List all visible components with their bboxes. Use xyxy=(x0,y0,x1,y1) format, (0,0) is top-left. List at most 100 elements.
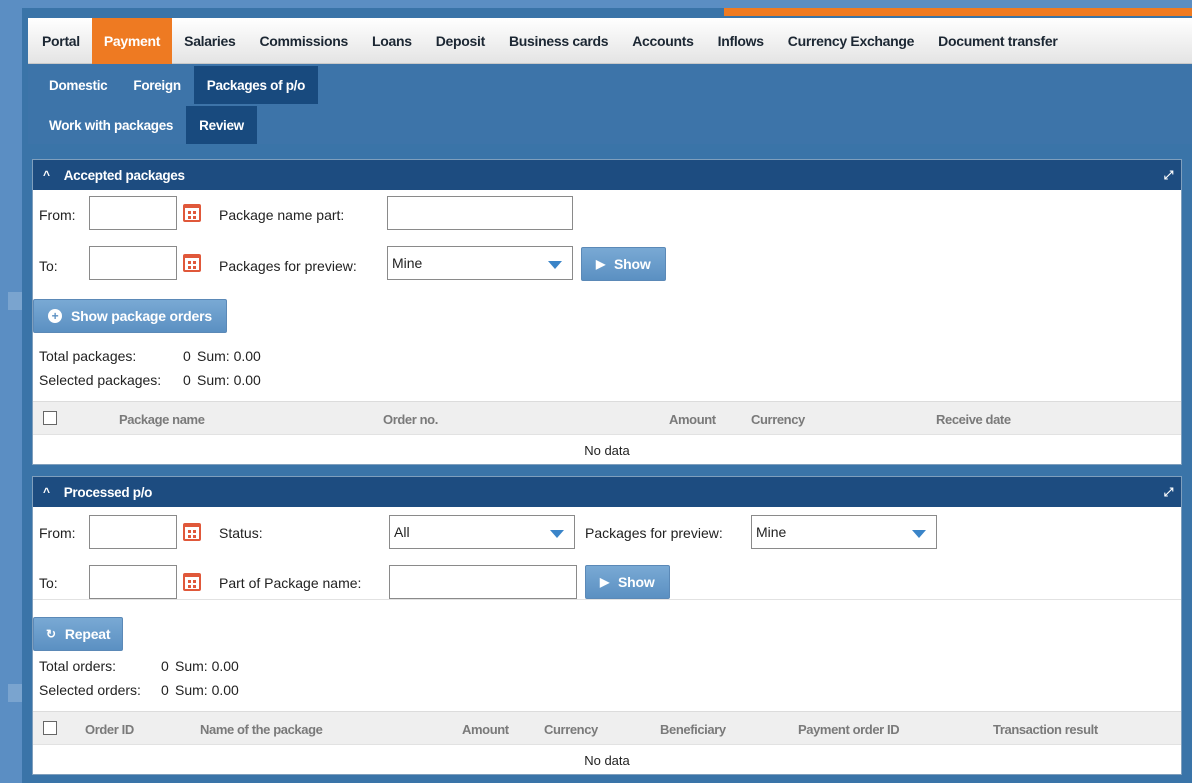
nav-inflows[interactable]: Inflows xyxy=(706,18,776,64)
processed-po-header[interactable]: ^ Processed p/o ⤢ xyxy=(33,477,1181,507)
col-receive-date[interactable]: Receive date xyxy=(936,412,1011,427)
dropdown-arrow-icon xyxy=(912,530,926,538)
selected-packages-label: Selected packages: xyxy=(39,372,162,388)
from-label: From: xyxy=(39,525,76,541)
packages-preview-select[interactable]: Mine xyxy=(387,246,573,280)
calendar-icon[interactable] xyxy=(183,204,201,222)
accepted-packages-panel: ^ Accepted packages ⤢ From: Package name… xyxy=(32,159,1182,465)
package-name-input[interactable] xyxy=(389,565,577,599)
accepted-packages-header[interactable]: ^ Accepted packages ⤢ xyxy=(33,160,1181,190)
sub-nav-row-1: Domestic Foreign Packages of p/o xyxy=(36,66,319,104)
calendar-icon[interactable] xyxy=(183,523,201,541)
col-currency[interactable]: Currency xyxy=(751,412,805,427)
col-order-id[interactable]: Order ID xyxy=(85,722,134,737)
divider xyxy=(33,599,1181,600)
panel-title: Accepted packages xyxy=(63,167,185,183)
package-name-part-label: Part of Package name: xyxy=(219,575,362,591)
no-data-text: No data xyxy=(584,753,630,768)
col-beneficiary[interactable]: Beneficiary xyxy=(660,722,726,737)
play-icon: ▶ xyxy=(596,257,606,271)
select-value: Mine xyxy=(756,524,787,540)
selected-packages-sum: Sum: 0.00 xyxy=(197,372,261,388)
nav-business-cards[interactable]: Business cards xyxy=(497,18,620,64)
tab-review[interactable]: Review xyxy=(186,106,257,144)
tab-packages[interactable]: Packages of p/o xyxy=(193,66,319,104)
total-orders-sum: Sum: 0.00 xyxy=(175,658,239,674)
calendar-icon[interactable] xyxy=(183,573,201,591)
total-packages-sum: Sum: 0.00 xyxy=(197,348,261,364)
nav-currency-exchange[interactable]: Currency Exchange xyxy=(776,18,926,64)
total-packages-value: 0 xyxy=(183,348,191,364)
select-value: Mine xyxy=(392,255,423,271)
processed-po-panel: ^ Processed p/o ⤢ From: Status: All Pack… xyxy=(32,476,1182,775)
nav-payment[interactable]: Payment xyxy=(91,17,173,64)
dropdown-arrow-icon xyxy=(550,530,564,538)
side-marker xyxy=(8,292,22,310)
show-button-label: Show xyxy=(614,256,651,272)
package-name-input[interactable] xyxy=(387,196,573,230)
package-name-part-label: Package name part: xyxy=(219,207,345,223)
tab-foreign[interactable]: Foreign xyxy=(120,66,193,104)
to-date-input[interactable] xyxy=(89,565,177,599)
caret-up-icon[interactable]: ^ xyxy=(43,485,50,499)
status-label: Status: xyxy=(219,525,263,541)
repeat-button[interactable]: ↻ Repeat xyxy=(33,617,124,651)
col-currency[interactable]: Currency xyxy=(544,722,598,737)
from-label: From: xyxy=(39,207,76,223)
status-select[interactable]: All xyxy=(389,515,575,549)
nav-portal[interactable]: Portal xyxy=(30,18,92,64)
packages-preview-select[interactable]: Mine xyxy=(751,515,937,549)
tab-domestic[interactable]: Domestic xyxy=(36,66,120,104)
to-date-input[interactable] xyxy=(89,246,177,280)
packages-preview-label: Packages for preview: xyxy=(219,258,357,274)
select-value: All xyxy=(394,524,410,540)
caret-up-icon[interactable]: ^ xyxy=(43,168,50,182)
selected-orders-value: 0 xyxy=(161,682,169,698)
no-data-text: No data xyxy=(584,443,630,458)
accepted-table-header: Package name Order no. Amount Currency R… xyxy=(33,401,1181,435)
nav-deposit[interactable]: Deposit xyxy=(424,18,497,64)
expand-icon[interactable]: ⤢ xyxy=(1164,168,1174,183)
col-transaction-result[interactable]: Transaction result xyxy=(993,722,1098,737)
sub-nav: Domestic Foreign Packages of p/o Work wi… xyxy=(28,64,1192,144)
show-button[interactable]: ▶ Show xyxy=(581,247,666,281)
col-package-name[interactable]: Package name xyxy=(119,412,205,427)
from-date-input[interactable] xyxy=(89,196,177,230)
show-package-orders-button[interactable]: + Show package orders xyxy=(33,299,227,333)
col-payment-order-id[interactable]: Payment order ID xyxy=(798,722,900,737)
col-package-name[interactable]: Name of the package xyxy=(200,722,323,737)
main-nav: Portal Payment Salaries Commissions Loan… xyxy=(28,17,1192,64)
nav-accounts[interactable]: Accounts xyxy=(620,18,705,64)
select-all-checkbox[interactable] xyxy=(43,721,57,735)
side-marker xyxy=(8,684,22,702)
plus-circle-icon: + xyxy=(48,309,62,323)
nav-loans[interactable]: Loans xyxy=(360,18,424,64)
repeat-button-label: Repeat xyxy=(64,626,111,642)
accent-strip xyxy=(724,8,1192,16)
panel-title: Processed p/o xyxy=(63,484,153,500)
from-date-input[interactable] xyxy=(89,515,177,549)
col-order-no[interactable]: Order no. xyxy=(383,412,438,427)
show-button[interactable]: ▶ Show xyxy=(585,565,670,599)
show-package-orders-label: Show package orders xyxy=(71,308,212,324)
play-icon: ▶ xyxy=(600,575,610,589)
tab-work-with-packages[interactable]: Work with packages xyxy=(36,106,186,144)
selected-packages-value: 0 xyxy=(183,372,191,388)
calendar-icon[interactable] xyxy=(183,254,201,272)
total-packages-label: Total packages: xyxy=(39,348,137,364)
col-amount[interactable]: Amount xyxy=(669,412,716,427)
selected-orders-label: Selected orders: xyxy=(39,682,141,698)
select-all-checkbox[interactable] xyxy=(43,411,57,425)
nav-salaries[interactable]: Salaries xyxy=(172,18,247,64)
show-button-label: Show xyxy=(618,574,655,590)
col-amount[interactable]: Amount xyxy=(462,722,509,737)
to-label: To: xyxy=(39,575,58,591)
total-orders-value: 0 xyxy=(161,658,169,674)
nav-commissions[interactable]: Commissions xyxy=(247,18,360,64)
nav-document-transfer[interactable]: Document transfer xyxy=(926,18,1069,64)
repeat-icon: ↻ xyxy=(46,627,56,641)
expand-icon[interactable]: ⤢ xyxy=(1164,485,1174,500)
selected-orders-sum: Sum: 0.00 xyxy=(175,682,239,698)
dropdown-arrow-icon xyxy=(548,261,562,269)
to-label: To: xyxy=(39,258,58,274)
